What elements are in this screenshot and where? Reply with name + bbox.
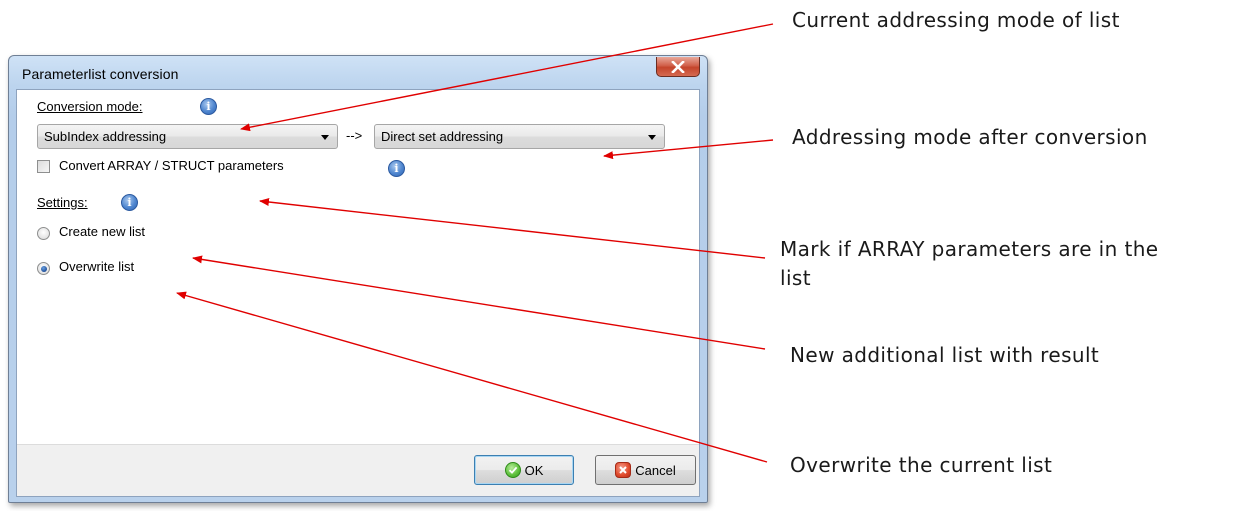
arrow-after-mode: [603, 139, 774, 160]
arrow-current-mode: [240, 23, 774, 132]
arrow-new-list: [192, 255, 766, 350]
arrow-overwrite: [176, 291, 768, 463]
arrow-mark-array: [259, 198, 766, 259]
annotation-arrows: [176, 23, 774, 463]
